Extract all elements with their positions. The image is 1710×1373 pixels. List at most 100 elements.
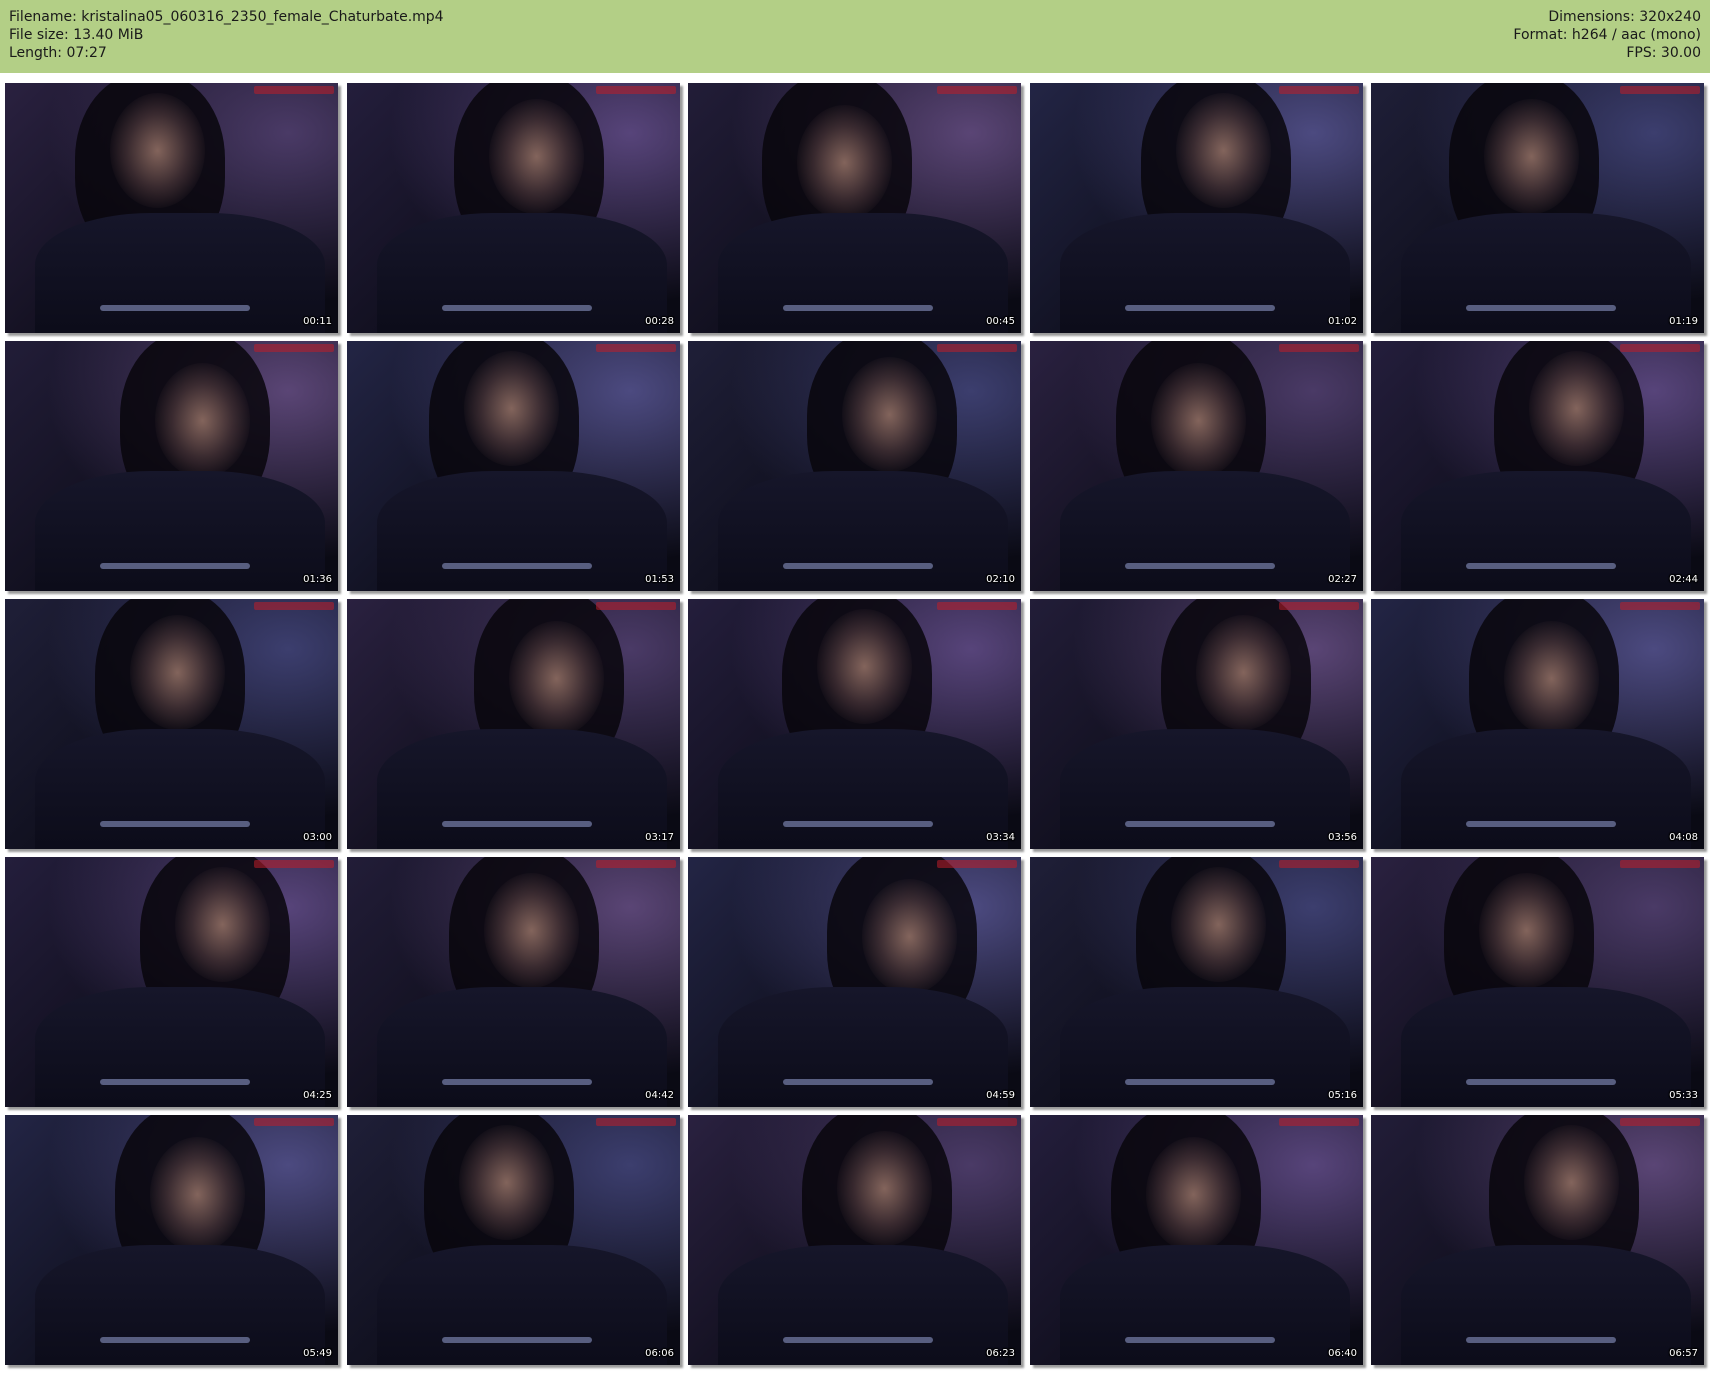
frame-shirt-print (442, 1079, 592, 1085)
thumbnail-timestamp: 04:25 (303, 1090, 332, 1101)
watermark-mark (254, 602, 334, 610)
frame-shirt-print (1466, 821, 1616, 827)
video-thumbnail: 02:27 (1030, 341, 1363, 591)
thumbnail-timestamp: 00:11 (303, 316, 332, 327)
frame-shirt-shape (1401, 729, 1691, 849)
thumbnail-grid: 00:11 00:28 00:45 01:02 01:19 01:36 01:53 02:10… (0, 0, 1710, 1373)
frame-shirt-shape (718, 471, 1008, 591)
frame-face-shape (1484, 99, 1579, 214)
frame-face-shape (817, 609, 912, 724)
video-thumbnail: 03:34 (688, 599, 1021, 849)
frame-shirt-print (1466, 305, 1616, 311)
frame-face-shape (1524, 1125, 1619, 1240)
frame-shirt-shape (1060, 987, 1350, 1107)
video-thumbnail: 03:56 (1030, 599, 1363, 849)
video-thumbnail: 00:11 (5, 83, 338, 333)
video-thumbnail: 06:23 (688, 1115, 1021, 1365)
frame-face-shape (484, 873, 579, 988)
video-thumbnail: 02:10 (688, 341, 1021, 591)
frame-shirt-shape (1401, 471, 1691, 591)
frame-shirt-print (1125, 563, 1275, 569)
frame-shirt-shape (718, 729, 1008, 849)
frame-shirt-shape (35, 729, 325, 849)
frame-face-shape (464, 351, 559, 466)
frame-shirt-shape (1060, 1245, 1350, 1365)
frame-shirt-shape (35, 471, 325, 591)
frame-face-shape (797, 105, 892, 220)
watermark-mark (937, 86, 1017, 94)
frame-face-shape (175, 867, 270, 982)
watermark-mark (937, 344, 1017, 352)
thumbnail-timestamp: 01:53 (645, 574, 674, 585)
frame-face-shape (509, 621, 604, 736)
frame-shirt-shape (1401, 1245, 1691, 1365)
thumbnail-timestamp: 02:10 (986, 574, 1015, 585)
thumbnail-timestamp: 04:08 (1669, 832, 1698, 843)
frame-face-shape (489, 99, 584, 214)
frame-shirt-print (783, 1079, 933, 1085)
frame-face-shape (150, 1137, 245, 1252)
frame-shirt-print (1125, 1079, 1275, 1085)
watermark-mark (1279, 344, 1359, 352)
video-thumbnail: 05:33 (1371, 857, 1704, 1107)
video-thumbnail: 01:53 (347, 341, 680, 591)
frame-shirt-shape (377, 213, 667, 333)
frame-shirt-print (1125, 1337, 1275, 1343)
frame-shirt-print (442, 305, 592, 311)
frame-face-shape (862, 879, 957, 994)
frame-shirt-print (100, 821, 250, 827)
watermark-mark (596, 86, 676, 94)
watermark-mark (937, 860, 1017, 868)
frame-shirt-print (783, 563, 933, 569)
frame-shirt-print (783, 305, 933, 311)
frame-face-shape (459, 1125, 554, 1240)
watermark-mark (596, 1118, 676, 1126)
video-thumbnail: 02:44 (1371, 341, 1704, 591)
frame-shirt-shape (1060, 213, 1350, 333)
thumbnail-timestamp: 03:56 (1328, 832, 1357, 843)
video-thumbnail: 01:02 (1030, 83, 1363, 333)
thumbnail-timestamp: 03:00 (303, 832, 332, 843)
frame-shirt-shape (718, 1245, 1008, 1365)
thumbnail-timestamp: 04:59 (986, 1090, 1015, 1101)
video-thumbnail: 03:17 (347, 599, 680, 849)
thumbnail-timestamp: 03:34 (986, 832, 1015, 843)
video-thumbnail: 06:06 (347, 1115, 680, 1365)
video-thumbnail: 00:45 (688, 83, 1021, 333)
thumbnail-timestamp: 02:27 (1328, 574, 1357, 585)
frame-shirt-shape (1060, 729, 1350, 849)
thumbnail-timestamp: 05:49 (303, 1348, 332, 1359)
frame-face-shape (1176, 93, 1271, 208)
frame-shirt-shape (1060, 471, 1350, 591)
thumbnail-timestamp: 02:44 (1669, 574, 1698, 585)
watermark-mark (1620, 344, 1700, 352)
thumbnail-timestamp: 06:06 (645, 1348, 674, 1359)
frame-face-shape (110, 93, 205, 208)
frame-shirt-shape (1401, 987, 1691, 1107)
frame-shirt-shape (377, 1245, 667, 1365)
thumbnail-timestamp: 05:33 (1669, 1090, 1698, 1101)
frame-face-shape (837, 1131, 932, 1246)
thumbnail-timestamp: 00:28 (645, 316, 674, 327)
video-thumbnail: 06:57 (1371, 1115, 1704, 1365)
frame-shirt-shape (35, 213, 325, 333)
frame-face-shape (1479, 873, 1574, 988)
watermark-mark (254, 860, 334, 868)
frame-face-shape (1196, 615, 1291, 730)
thumbnail-timestamp: 06:40 (1328, 1348, 1357, 1359)
watermark-mark (254, 86, 334, 94)
frame-face-shape (130, 615, 225, 730)
watermark-mark (596, 860, 676, 868)
video-thumbnail: 04:59 (688, 857, 1021, 1107)
watermark-mark (254, 1118, 334, 1126)
frame-shirt-print (100, 305, 250, 311)
thumbnail-timestamp: 01:02 (1328, 316, 1357, 327)
watermark-mark (596, 602, 676, 610)
watermark-mark (1620, 860, 1700, 868)
frame-shirt-shape (718, 213, 1008, 333)
frame-shirt-print (1125, 821, 1275, 827)
video-thumbnail: 06:40 (1030, 1115, 1363, 1365)
watermark-mark (596, 344, 676, 352)
frame-shirt-print (1125, 305, 1275, 311)
watermark-mark (254, 344, 334, 352)
